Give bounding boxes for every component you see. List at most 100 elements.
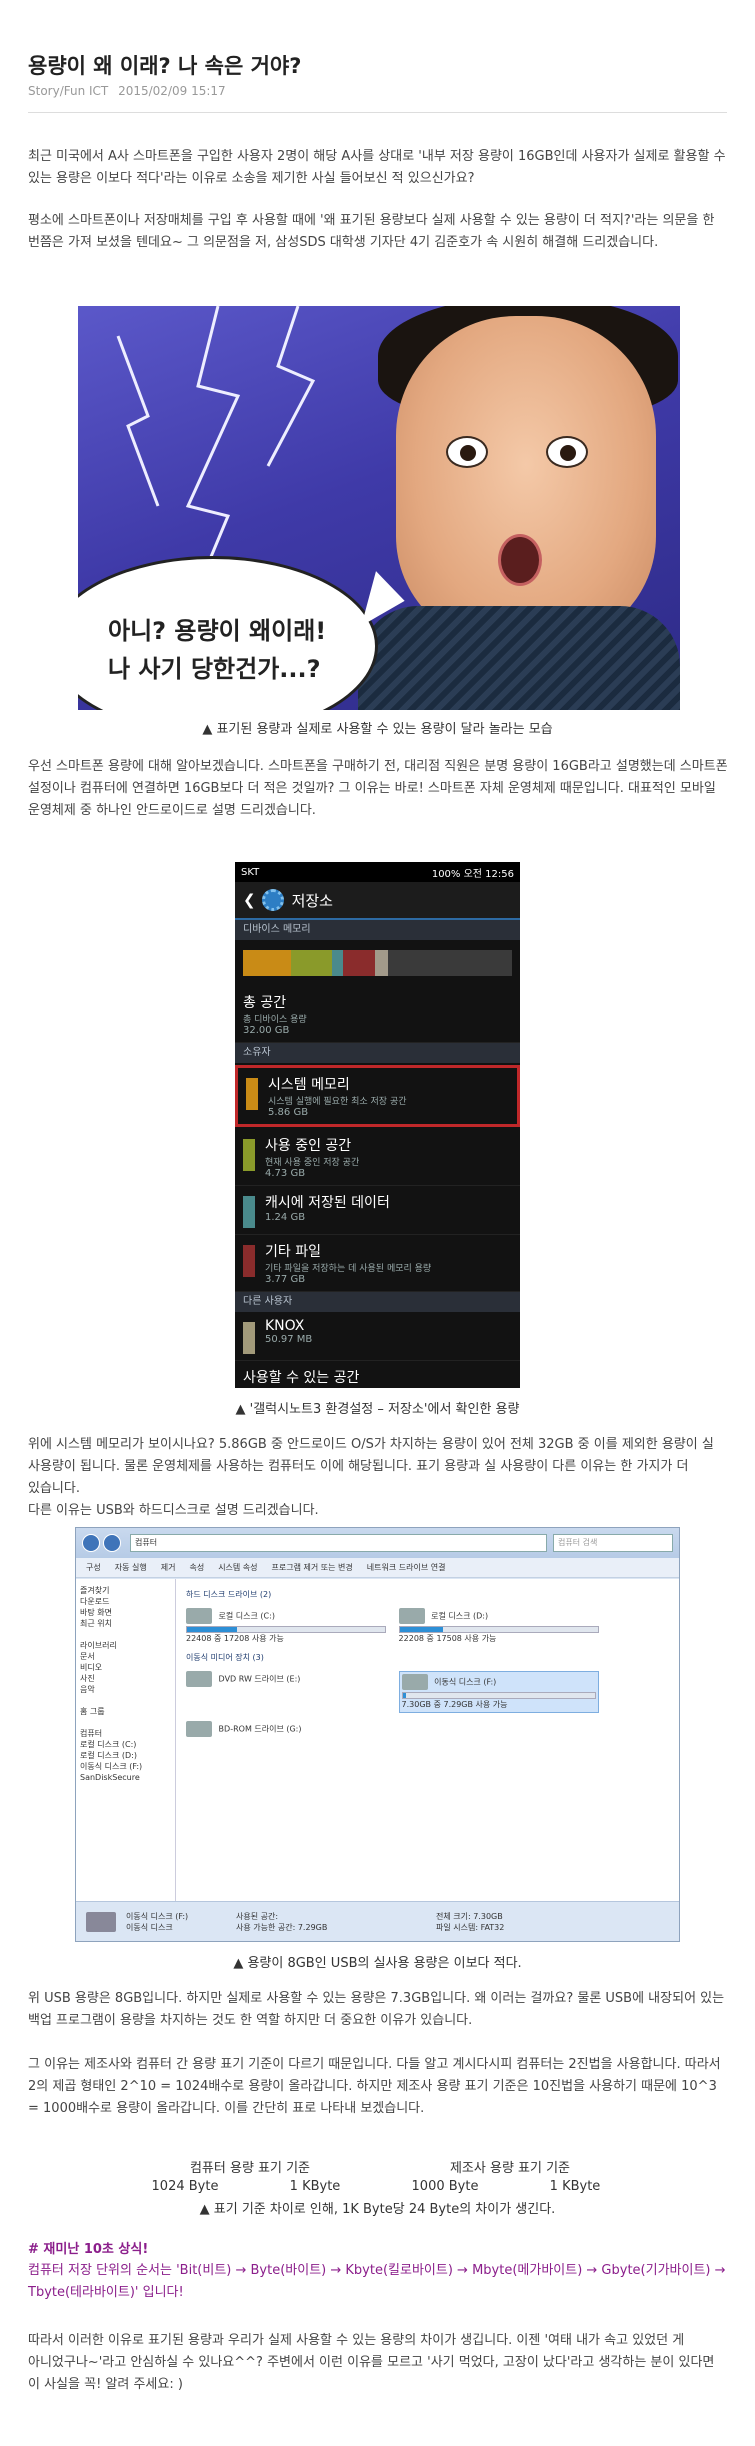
paragraph-2: 평소에 스마트폰이나 저장매체를 구입 후 사용할 때에 '왜 표기된 용량보다… — [28, 213, 715, 250]
menu-item[interactable]: 시스템 속성 — [218, 1562, 257, 1573]
total-sub: 총 디바이스 용량 — [243, 1015, 307, 1025]
storage-bar-segment — [374, 950, 389, 976]
table-cell: 1 KByte — [289, 2179, 341, 2194]
drive-usage-fill — [399, 1627, 444, 1632]
drive-label: 로컬 디스크 (C:) — [218, 1611, 275, 1621]
hard-drive-icon — [186, 1608, 212, 1624]
item-size: 1.24 GB — [265, 1212, 306, 1223]
forward-icon[interactable] — [103, 1534, 121, 1552]
storage-bar-segment — [331, 950, 343, 976]
group-hdd: 하드 디스크 드라이브 (2) — [186, 1590, 272, 1599]
usb-drive-icon — [86, 1911, 116, 1932]
section-owner: 소유자 — [235, 1043, 520, 1063]
color-swatch — [243, 1196, 255, 1228]
table-cell: 1 KByte — [549, 2179, 601, 2194]
caption-2: ▲ '갤럭시노트3 환경설정 – 저장소'에서 확인한 용량 — [235, 1402, 520, 1417]
drive-label: 로컬 디스크 (D:) — [431, 1611, 489, 1621]
details-type: 이동식 디스크 — [126, 1922, 173, 1932]
storage-usage-bar — [243, 950, 512, 976]
nav-item[interactable]: 즐겨찾기 — [80, 1585, 171, 1596]
face — [396, 316, 656, 646]
explorer-menu: 구성 자동 실행 제거 속성 시스템 속성 프로그램 제거 또는 변경 네트워크… — [76, 1558, 679, 1578]
drive-c[interactable]: 로컬 디스크 (C:) 22408 중 17208 사용 가능 — [186, 1608, 386, 1644]
menu-item[interactable]: 속성 — [189, 1562, 204, 1573]
nav-item[interactable]: 최근 위치 — [80, 1618, 171, 1629]
item-name: 캐시에 저장된 데이터 — [265, 1195, 390, 1211]
storage-item-cache[interactable]: 캐시에 저장된 데이터 1.24 GB — [235, 1186, 520, 1235]
color-swatch — [246, 1078, 258, 1110]
back-icon[interactable]: ❮ — [243, 891, 256, 909]
mouth — [498, 534, 542, 586]
category-link[interactable]: Story/Fun ICT — [28, 84, 108, 98]
storage-item-misc[interactable]: 기타 파일 기타 파일을 저장하는 데 사용된 메모리 용량 3.77 GB — [235, 1235, 520, 1292]
menu-item[interactable]: 제거 — [161, 1562, 176, 1573]
speech-bubble-text: 아니? 용량이 왜이래! 나 사기 당한건가...? — [108, 612, 326, 688]
paragraph-8: 따라서 이러한 이유로 표기된 용량과 우리가 실제 사용할 수 있는 용량의 … — [28, 2333, 715, 2392]
menu-item[interactable]: 자동 실행 — [115, 1562, 147, 1573]
storage-bar-segment — [243, 950, 292, 976]
drive-bd[interactable]: BD-ROM 드라이브 (G:) — [186, 1721, 386, 1737]
item-name: 기타 파일 — [265, 1244, 321, 1260]
paragraph-1: 최근 미국에서 A사 스마트폰을 구입한 사용자 2명이 해당 A사를 상대로 … — [28, 149, 726, 186]
drive-label: DVD RW 드라이브 (E:) — [218, 1674, 301, 1684]
total-label: 총 공간 — [243, 995, 287, 1011]
nav-item[interactable]: 음악 — [80, 1684, 171, 1695]
drive-usb[interactable]: 이동식 디스크 (F:) 7.30GB 중 7.29GB 사용 가능 — [398, 1671, 599, 1713]
clock: 100% 오전 12:56 — [431, 868, 514, 880]
nav-item[interactable]: 로컬 디스크 (C:) — [80, 1739, 171, 1750]
explorer-body: 즐겨찾기 다운로드 바탕 화면 최근 위치 라이브러리 문서 비디오 사진 음악… — [76, 1579, 679, 1901]
nav-item[interactable]: 문서 — [80, 1651, 171, 1662]
storage-item-used[interactable]: 사용 중인 공간 현재 사용 중인 저장 공간 4.73 GB — [235, 1129, 520, 1186]
drives-pane: 하드 디스크 드라이브 (2) 로컬 디스크 (C:) 22408 중 1720… — [176, 1579, 679, 1901]
back-icon[interactable] — [82, 1534, 100, 1552]
item-size: 5.86 GB — [268, 1107, 309, 1118]
drive-d[interactable]: 로컬 디스크 (D:) 22208 중 17508 사용 가능 — [398, 1608, 599, 1644]
post-meta: Story/Fun ICT 2015/02/09 15:17 — [28, 84, 232, 98]
nav-item[interactable]: 로컬 디스크 (D:) — [80, 1750, 171, 1761]
item-size: 50.97 MB — [265, 1334, 313, 1345]
color-swatch — [243, 1322, 255, 1354]
total-space-row: 총 공간 총 디바이스 용량 32.00 GB — [235, 986, 520, 1043]
carrier: SKT — [241, 866, 260, 878]
article: 용량이 왜 이래? 나 속은 거야? Story/Fun ICT 2015/02… — [0, 0, 755, 2446]
storage-item-available[interactable]: 사용할 수 있는 공간 — [235, 1361, 520, 1388]
dvd-drive-icon — [186, 1671, 212, 1687]
search-input[interactable]: 컴퓨터 검색 — [553, 1534, 673, 1552]
item-size: 3.77 GB — [265, 1274, 306, 1285]
page-title: 용량이 왜 이래? 나 속은 거야? — [28, 54, 302, 78]
menu-item[interactable]: 구성 — [86, 1562, 101, 1573]
nav-item[interactable]: 홈 그룹 — [80, 1706, 171, 1717]
item-size: 4.73 GB — [265, 1168, 306, 1179]
nav-item[interactable]: 비디오 — [80, 1662, 171, 1673]
nav-item[interactable]: 바탕 화면 — [80, 1607, 171, 1618]
hard-drive-icon — [398, 1608, 425, 1624]
drive-label: 이동식 디스크 (F:) — [434, 1677, 497, 1687]
storage-item-system[interactable]: 시스템 메모리 시스템 실행에 필요한 최소 저장 공간 5.86 GB — [235, 1065, 520, 1127]
drive-usage-fill — [402, 1693, 407, 1698]
nav-item[interactable]: 컴퓨터 — [80, 1728, 171, 1739]
item-name: 사용 중인 공간 — [265, 1138, 352, 1154]
menu-item[interactable]: 프로그램 제거 또는 변경 — [272, 1562, 353, 1573]
drive-info: 22408 중 17208 사용 가능 — [186, 1634, 284, 1643]
navigation-pane: 즐겨찾기 다운로드 바탕 화면 최근 위치 라이브러리 문서 비디오 사진 음악… — [76, 1579, 176, 1901]
nav-item[interactable]: 이동식 디스크 (F:) — [80, 1761, 171, 1772]
drive-dvd[interactable]: DVD RW 드라이브 (E:) — [186, 1671, 386, 1687]
nav-item[interactable]: 다운로드 — [80, 1596, 171, 1607]
nav-item[interactable]: 사진 — [80, 1673, 171, 1684]
total-value: 32.00 GB — [243, 1025, 290, 1036]
storage-item-knox[interactable]: KNOX 50.97 MB — [235, 1312, 520, 1361]
details-fs: 파일 시스템: FAT32 — [436, 1922, 505, 1932]
caption-3: ▲ 용량이 8GB인 USB의 실사용 용량은 이보다 적다. — [233, 1956, 522, 1971]
paragraph-7: 그 이유는 제조사와 컴퓨터 간 용량 표기 기준이 다르기 때문입니다. 다들… — [28, 2057, 721, 2116]
address-bar[interactable]: 컴퓨터 — [130, 1534, 547, 1552]
nav-item[interactable]: 라이브러리 — [80, 1640, 171, 1651]
nav-item[interactable]: SanDiskSecure — [80, 1772, 171, 1783]
menu-item[interactable]: 네트워크 드라이브 연결 — [367, 1562, 446, 1573]
drive-usage-fill — [187, 1627, 237, 1632]
details-used: 사용된 공간: — [236, 1911, 279, 1921]
paragraph-5: 다른 이유는 USB와 하드디스크로 설명 드리겠습니다. — [28, 1503, 319, 1518]
table-cell: 1000 Byte — [411, 2179, 479, 2194]
drive-label: BD-ROM 드라이브 (G:) — [218, 1724, 302, 1734]
drive-usage-bar — [401, 1692, 596, 1699]
caption-4: ▲ 표기 기준 차이로 인해, 1K Byte당 24 Byte의 차이가 생긴… — [199, 2202, 556, 2217]
